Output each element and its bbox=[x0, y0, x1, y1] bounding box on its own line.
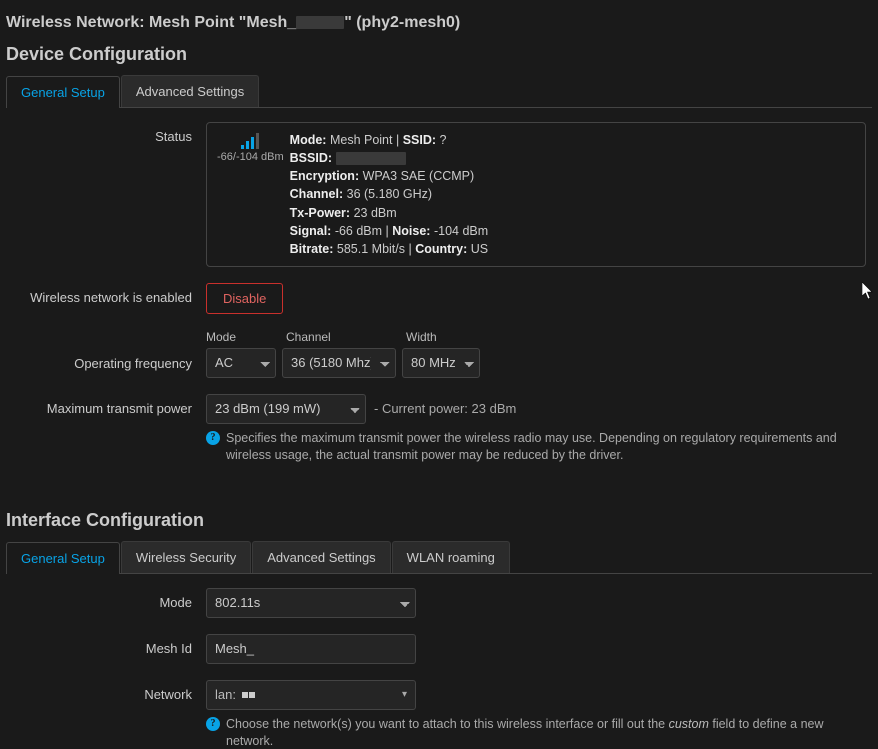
signal-bars-icon bbox=[217, 133, 284, 149]
status-box: -66/-104 dBm Mode: Mesh Point | SSID: ? … bbox=[206, 122, 866, 267]
mesh-id-input[interactable] bbox=[206, 634, 416, 664]
tab-iface-advanced[interactable]: Advanced Settings bbox=[252, 541, 390, 573]
iface-mode-label: Mode bbox=[6, 588, 206, 610]
tab-iface-general[interactable]: General Setup bbox=[6, 542, 120, 574]
operating-frequency-label: Operating frequency bbox=[6, 330, 206, 371]
device-tabs: General Setup Advanced Settings bbox=[6, 75, 872, 108]
current-power-text: - Current power: 23 dBm bbox=[374, 401, 516, 416]
device-config-heading: Device Configuration bbox=[6, 44, 872, 65]
network-label: Network bbox=[6, 680, 206, 702]
page-title: Wireless Network: Mesh Point "Mesh_ " (ph… bbox=[6, 14, 872, 32]
status-label: Status bbox=[6, 122, 206, 144]
mesh-id-label: Mesh Id bbox=[6, 634, 206, 656]
redacted-title bbox=[296, 16, 344, 29]
status-lines: Mode: Mesh Point | SSID: ? BSSID: Encryp… bbox=[290, 131, 489, 258]
tab-device-advanced[interactable]: Advanced Settings bbox=[121, 75, 259, 107]
signal-indicator: -66/-104 dBm bbox=[217, 131, 284, 163]
redacted-bssid bbox=[336, 152, 406, 165]
freq-width-select[interactable]: 80 MHz bbox=[402, 348, 480, 378]
info-icon: ? bbox=[206, 431, 220, 445]
wireless-enabled-label: Wireless network is enabled bbox=[6, 283, 206, 305]
network-select-value: lan: bbox=[215, 687, 236, 702]
disable-button[interactable]: Disable bbox=[206, 283, 283, 314]
iface-mode-select[interactable]: 802.11s bbox=[206, 588, 416, 618]
tab-iface-roaming[interactable]: WLAN roaming bbox=[392, 541, 510, 573]
page-title-prefix: Wireless Network: Mesh Point "Mesh_ bbox=[6, 14, 296, 31]
max-tx-power-help: ? Specifies the maximum transmit power t… bbox=[206, 430, 846, 464]
max-tx-power-label: Maximum transmit power bbox=[6, 394, 206, 416]
max-tx-power-select[interactable]: 23 dBm (199 mW) bbox=[206, 394, 366, 424]
interface-tabs: General Setup Wireless Security Advanced… bbox=[6, 541, 872, 574]
network-help: ? Choose the network(s) you want to atta… bbox=[206, 716, 846, 749]
network-select[interactable]: lan: bbox=[206, 680, 416, 710]
signal-dbm-text: -66/-104 dBm bbox=[217, 151, 284, 163]
tab-device-general[interactable]: General Setup bbox=[6, 76, 120, 108]
freq-channel-select[interactable]: 36 (5180 Mhz) bbox=[282, 348, 396, 378]
freq-column-labels: Mode Channel Width bbox=[206, 330, 872, 344]
tab-iface-security[interactable]: Wireless Security bbox=[121, 541, 251, 573]
page-title-suffix: " (phy2-mesh0) bbox=[344, 14, 460, 31]
bridge-icon bbox=[242, 692, 255, 698]
interface-config-heading: Interface Configuration bbox=[6, 510, 872, 531]
freq-mode-select[interactable]: AC bbox=[206, 348, 276, 378]
